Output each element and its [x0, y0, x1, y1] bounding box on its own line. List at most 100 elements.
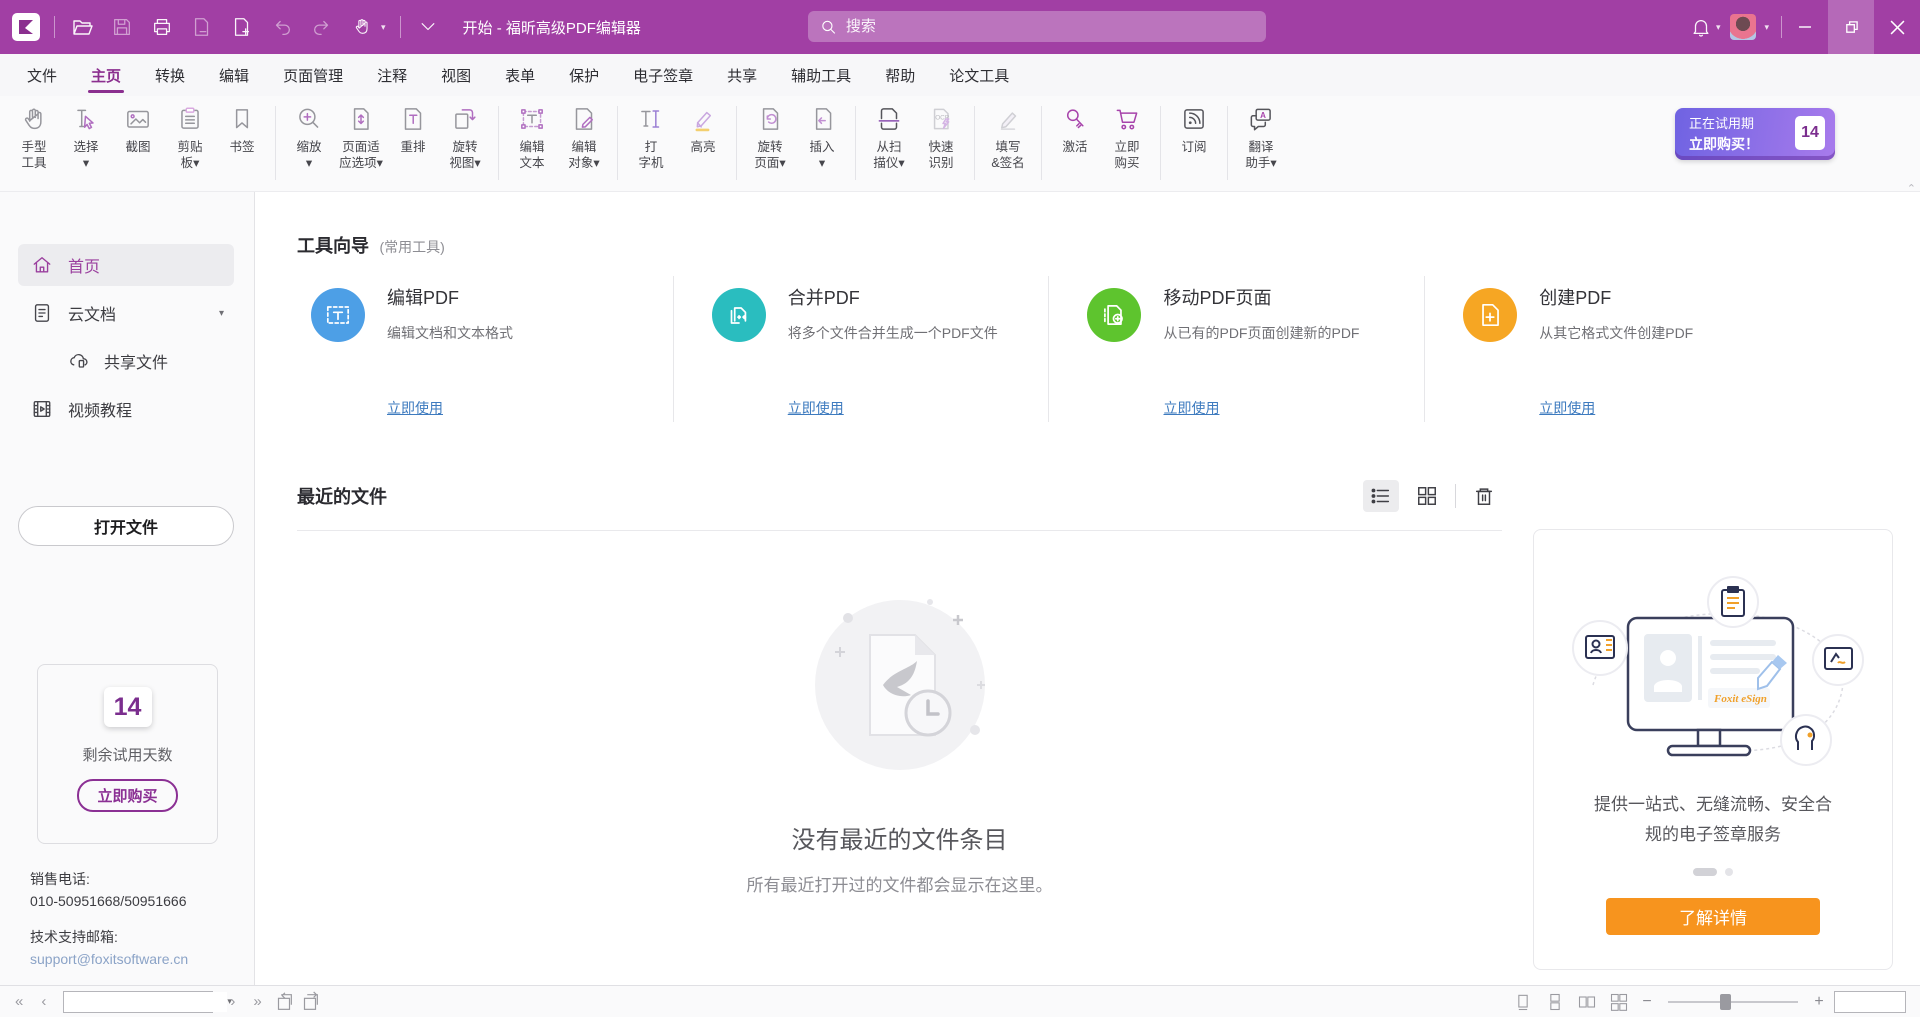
ribbon-button-clipboard[interactable]: 剪贴 板▾ — [164, 104, 216, 171]
search-bar[interactable] — [808, 11, 1266, 42]
close-button[interactable] — [1874, 0, 1920, 54]
menu-edit[interactable]: 编辑 — [202, 54, 266, 96]
tool-card-edit-pdf[interactable]: 编辑PDF 编辑文档和文本格式 立即使用 — [297, 276, 673, 422]
clear-recent-button[interactable] — [1466, 480, 1502, 512]
ribbon-button-scanner[interactable]: 从扫 描仪▾ — [863, 104, 915, 171]
ribbon-button-select[interactable]: 选择 ▾ — [60, 104, 112, 171]
previous-page-button[interactable]: ‹ — [32, 993, 55, 1010]
single-page-view-icon[interactable] — [1510, 990, 1536, 1014]
hand-tool-dropdown-caret[interactable]: ▾ — [381, 22, 386, 33]
previous-view-button[interactable] — [271, 990, 297, 1014]
ribbon-button-zoom[interactable]: 缩放 ▾ — [283, 104, 335, 171]
extract-page-icon[interactable] — [189, 14, 215, 40]
facing-continuous-view-icon[interactable] — [1606, 990, 1632, 1014]
ribbon-button-translate[interactable]: A翻译 助手▾ — [1235, 104, 1287, 171]
ribbon-button-fillsign[interactable]: 填写 &签名 — [982, 104, 1034, 171]
ribbon-button-bookmark[interactable]: 书签 — [216, 104, 268, 155]
hand-tool-quick-icon[interactable] — [349, 14, 375, 40]
zoom-out-button[interactable]: − — [1638, 993, 1656, 1011]
user-avatar[interactable] — [1730, 14, 1756, 40]
menu-form[interactable]: 表单 — [488, 54, 552, 96]
carousel-dot[interactable] — [1725, 868, 1733, 876]
ribbon-button-hand[interactable]: 手型 工具 — [8, 104, 60, 171]
minimize-button[interactable] — [1782, 0, 1828, 54]
trial-purchase-badge[interactable]: 正在试用期 立即购买！ 14 — [1675, 108, 1835, 160]
add-page-icon[interactable] — [229, 14, 255, 40]
ribbon-button-rotateview[interactable]: 旋转 视图▾ — [439, 104, 491, 171]
ribbon-button-highlight[interactable]: 高亮 — [677, 104, 729, 155]
notification-bell-icon[interactable] — [1688, 14, 1714, 40]
ribbon-button-snapshot[interactable]: 截图 — [112, 104, 164, 155]
use-now-link[interactable]: 立即使用 — [1163, 398, 1359, 418]
open-file-button[interactable]: 打开文件 — [18, 506, 234, 546]
sidebar-item-cloud-docs[interactable]: 云文档 ▾ — [18, 292, 234, 334]
print-icon[interactable] — [149, 14, 175, 40]
page-number-box[interactable]: ▾ — [63, 991, 213, 1013]
restore-button[interactable] — [1828, 0, 1874, 54]
zoom-slider[interactable] — [1668, 1001, 1798, 1003]
use-now-link[interactable]: 立即使用 — [1539, 398, 1693, 418]
first-page-button[interactable]: « — [6, 993, 32, 1010]
continuous-view-icon[interactable] — [1542, 990, 1568, 1014]
ribbon-button-reflow[interactable]: 重排 — [387, 104, 439, 155]
ribbon-button-activate[interactable]: 激活 — [1049, 104, 1101, 155]
menu-share[interactable]: 共享 — [710, 54, 774, 96]
ribbon-button-cart[interactable]: 立即 购买 — [1101, 104, 1153, 171]
sidebar-item-home[interactable]: 首页 — [18, 244, 234, 286]
notification-dropdown-caret[interactable]: ▾ — [1716, 22, 1721, 33]
search-input[interactable] — [846, 18, 1254, 35]
zoom-percentage-input[interactable] — [1835, 992, 1905, 1012]
last-page-button[interactable]: » — [244, 993, 270, 1010]
collapse-toolbar-icon[interactable] — [415, 14, 441, 40]
zoom-slider-thumb[interactable] — [1720, 994, 1731, 1010]
menu-help[interactable]: 帮助 — [868, 54, 932, 96]
status-bar: « ‹ ▾ › » − + — [0, 985, 1920, 1017]
menu-protect[interactable]: 保护 — [552, 54, 616, 96]
buy-now-button[interactable]: 立即购买 — [77, 779, 177, 812]
account-dropdown-caret[interactable]: ▾ — [1764, 22, 1769, 33]
zoom-percentage-box[interactable] — [1834, 991, 1906, 1013]
tool-card-create-pdf[interactable]: 创建PDF 从其它格式文件创建PDF 立即使用 — [1424, 276, 1800, 422]
grid-view-button[interactable] — [1409, 480, 1445, 512]
zoom-in-button[interactable]: + — [1810, 993, 1828, 1011]
carousel-dots[interactable] — [1534, 868, 1892, 876]
menu-convert[interactable]: 转换 — [138, 54, 202, 96]
tool-card-merge-pdf[interactable]: 合并PDF 将多个文件合并生成一个PDF文件 立即使用 — [673, 276, 1049, 422]
menu-esign[interactable]: 电子签章 — [616, 54, 710, 96]
ribbon-button-subscribe[interactable]: 订阅 — [1168, 104, 1220, 155]
menu-view[interactable]: 视图 — [424, 54, 488, 96]
use-now-link[interactable]: 立即使用 — [788, 398, 998, 418]
learn-more-button[interactable]: 了解详情 — [1606, 898, 1820, 935]
use-now-link[interactable]: 立即使用 — [387, 398, 513, 418]
sidebar-item-video-tutorials[interactable]: 视频教程 — [18, 388, 234, 430]
page-number-input[interactable] — [64, 992, 227, 1012]
sidebar-item-shared-files[interactable]: 共享文件 — [54, 340, 234, 382]
facing-view-icon[interactable] — [1574, 990, 1600, 1014]
redo-icon[interactable] — [309, 14, 335, 40]
support-email-link[interactable]: support@foxitsoftware.cn — [30, 948, 188, 970]
ribbon-button-rotatepage[interactable]: 旋转 页面▾ — [744, 104, 796, 171]
menu-home[interactable]: 主页 — [74, 54, 138, 96]
tool-card-move-pdf-pages[interactable]: 移动PDF页面 从已有的PDF页面创建新的PDF 立即使用 — [1048, 276, 1424, 422]
chevron-down-icon[interactable]: ▾ — [219, 308, 224, 319]
ribbon-button-ocr[interactable]: OCR快速 识别 — [915, 104, 967, 171]
next-page-button[interactable]: › — [221, 993, 244, 1010]
undo-icon[interactable] — [269, 14, 295, 40]
home-icon — [30, 253, 54, 277]
ribbon-button-insertpage[interactable]: 插入 ▾ — [796, 104, 848, 171]
next-view-button[interactable] — [297, 990, 323, 1014]
ribbon-button-editobject[interactable]: 编辑 对象▾ — [558, 104, 610, 171]
carousel-dot-active[interactable] — [1693, 868, 1717, 876]
menu-paper-tools[interactable]: 论文工具 — [932, 54, 1026, 96]
save-icon[interactable] — [109, 14, 135, 40]
sidebar-item-label: 视频教程 — [68, 397, 132, 421]
menu-comment[interactable]: 注释 — [360, 54, 424, 96]
menu-file[interactable]: 文件 — [10, 54, 74, 96]
ribbon-button-pagefit[interactable]: 页面适 应选项▾ — [335, 104, 387, 171]
list-view-button[interactable] — [1363, 480, 1399, 512]
menu-accessibility[interactable]: 辅助工具 — [774, 54, 868, 96]
open-file-icon[interactable] — [69, 14, 95, 40]
ribbon-button-typewriter[interactable]: 打 字机 — [625, 104, 677, 171]
menu-page-organize[interactable]: 页面管理 — [266, 54, 360, 96]
ribbon-button-edittext[interactable]: 编辑 文本 — [506, 104, 558, 171]
